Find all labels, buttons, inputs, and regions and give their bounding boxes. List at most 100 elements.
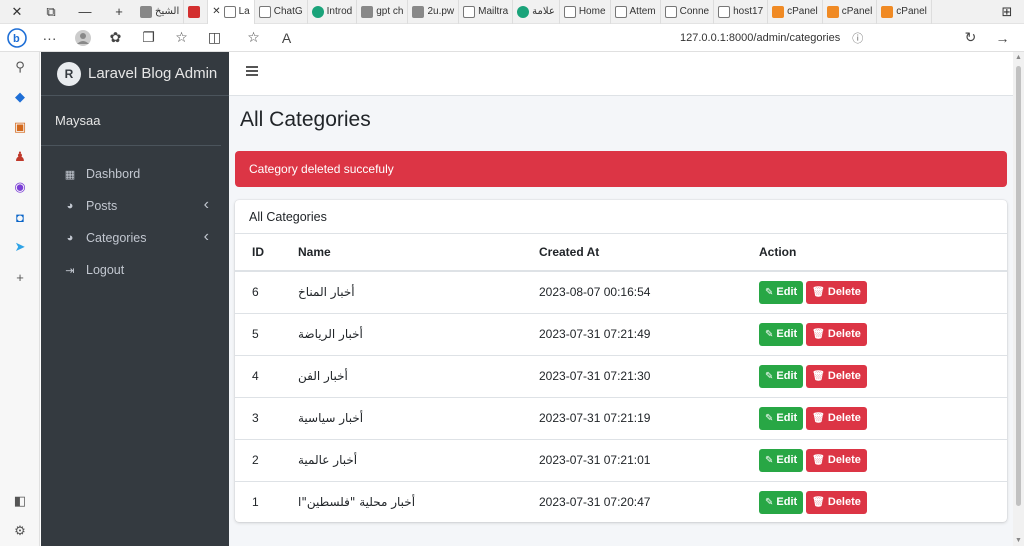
sidebar-item-dashbord[interactable]: ▦ Dashbord <box>49 158 221 190</box>
edit-icon: ✎ <box>765 370 774 382</box>
tab-favicon-icon <box>664 5 677 18</box>
tab-favicon-icon <box>517 5 530 18</box>
browser-tab[interactable]: Conne <box>661 0 715 24</box>
brand-link[interactable]: R Laravel Blog Admin <box>41 52 229 96</box>
alert-text: Category deleted succefuly <box>249 162 394 176</box>
edit-button[interactable]: ✎ Edit <box>759 322 804 346</box>
tab-actions-icon[interactable]: ⊞ <box>990 0 1024 24</box>
scroll-up-icon[interactable]: ▲ <box>1015 54 1022 61</box>
browser-tab[interactable]: Attem <box>611 0 661 24</box>
sidebar-item-logout[interactable]: ⇥ Logout <box>49 254 221 286</box>
settings-gear-icon[interactable]: ⚙ <box>0 516 40 546</box>
minimize-window-icon[interactable]: — <box>68 0 102 24</box>
send-icon[interactable]: ➤ <box>0 232 40 262</box>
new-tab-icon[interactable]: + <box>102 0 136 24</box>
delete-button[interactable]: 🗑 Delete <box>806 448 867 472</box>
browser-tab[interactable]: Mailtra <box>459 0 514 24</box>
cell-name: أخبار الرياضة <box>298 327 363 341</box>
more-icon[interactable]: ··· <box>33 24 66 52</box>
tab-favicon-icon <box>311 5 324 18</box>
collections-icon[interactable]: ❐ <box>132 24 165 52</box>
tools-icon[interactable]: ▣ <box>0 112 40 142</box>
favorites-icon[interactable]: ☆ <box>165 24 198 52</box>
menu-toggle-icon[interactable] <box>246 66 258 76</box>
outlook-icon[interactable]: ◘ <box>0 202 40 232</box>
delete-label: Delete <box>827 454 861 466</box>
sidebar-toggle-icon[interactable]: ◧ <box>0 486 40 516</box>
cell-created-at: 2023-07-31 07:21:49 <box>539 313 759 356</box>
edit-button[interactable]: ✎ Edit <box>759 490 804 514</box>
url-text[interactable]: 127.0.0.1:8000/admin/categories <box>680 32 840 44</box>
table-row: 4 أخبار الفن 2023-07-31 07:21:30 ✎ Edit 🗑 Dele… <box>235 355 1007 398</box>
tab-label: Introd <box>326 6 353 17</box>
read-aloud-icon[interactable]: A <box>270 24 303 52</box>
table-row: 1 أخبار محلية "فلسطين"ا 2023-07-31 07:20:4… <box>235 481 1007 523</box>
sidebar-item-label: Posts <box>86 199 118 213</box>
browser-tab[interactable]: cPanel <box>768 0 823 24</box>
restore-window-icon[interactable]: ⧉ <box>34 0 68 24</box>
cell-name: أخبار سياسية <box>298 411 364 425</box>
scroll-down-icon[interactable]: ▼ <box>1015 537 1022 544</box>
table-row: 3 أخبار سياسية 2023-07-31 07:21:19 ✎ Edit 🗑 De… <box>235 397 1007 440</box>
info-icon[interactable]: ⓘ <box>852 30 863 46</box>
games-icon[interactable]: ♟ <box>0 142 40 172</box>
cell-actions: ✎ Edit 🗑 Delete <box>759 481 1007 523</box>
tab-favicon-icon <box>772 5 785 18</box>
edit-label: Edit <box>776 286 798 299</box>
page-scrollbar[interactable]: ▲ ▼ <box>1013 52 1024 546</box>
bing-icon[interactable]: b <box>0 24 33 52</box>
sidebar-item-posts[interactable]: ◕ Posts ‹ <box>49 190 221 222</box>
sidebar-item-label: Logout <box>86 263 125 277</box>
palette-icon: ◕ <box>66 200 74 212</box>
delete-button[interactable]: 🗑 Delete <box>806 406 867 430</box>
browser-tab[interactable]: cPanel <box>823 0 878 24</box>
edit-button[interactable]: ✎ Edit <box>759 406 804 430</box>
delete-button[interactable]: 🗑 Delete <box>806 322 867 346</box>
browser-tab[interactable]: الشيخ <box>136 0 185 24</box>
tab-label: Home <box>578 6 606 17</box>
shopping-icon[interactable]: ◆ <box>0 82 40 112</box>
sidebar-item-categories[interactable]: ◕ Categories ‹ <box>49 222 221 254</box>
sidebar-nav: ▦ Dashbord ◕ Posts ‹ ◕ Categories ‹ ⇥ Logout <box>41 158 229 286</box>
browser-tab[interactable]: Home <box>560 0 611 24</box>
delete-button[interactable]: 🗑 Delete <box>806 490 867 514</box>
browser-tab[interactable]: ChatG <box>255 0 308 24</box>
table-row: 2 أخبار عالمية 2023-07-31 07:21:01 ✎ Edit 🗑 De… <box>235 439 1007 482</box>
profile-avatar-icon[interactable] <box>66 24 99 52</box>
extensions-icon[interactable]: ✿ <box>99 24 132 52</box>
cell-id: 3 <box>235 397 298 440</box>
browser-tab[interactable]: Introd <box>308 0 358 24</box>
delete-button[interactable]: 🗑 Delete <box>806 280 867 304</box>
edit-button[interactable]: ✎ Edit <box>759 448 804 472</box>
card-title: All Categories <box>235 200 1007 234</box>
close-window-icon[interactable]: ✕ <box>0 0 34 24</box>
forward-icon[interactable]: → <box>986 24 1019 52</box>
browser-tab[interactable]: علامة <box>513 0 560 24</box>
edge-sidebar: ⚲ ◆ ▣ ♟ ◉ ◘ ➤ + ◧ ⚙ <box>0 52 40 546</box>
add-favorite-icon[interactable]: ☆ <box>237 24 270 52</box>
delete-label: Delete <box>827 496 861 509</box>
tab-label: cPanel <box>787 6 818 17</box>
search-icon[interactable]: ⚲ <box>0 52 40 82</box>
column-header-created: Created At <box>539 234 759 272</box>
address-bar[interactable]: 127.0.0.1:8000/admin/categories ⓘ <box>680 24 863 52</box>
user-name[interactable]: Maysaa <box>41 96 221 146</box>
browser-tab[interactable]: ✕ La <box>208 0 255 24</box>
browser-tab[interactable]: cPanel <box>877 0 932 24</box>
scrollbar-thumb[interactable] <box>1016 66 1021 506</box>
browser-tab[interactable]: gpt ch <box>357 0 409 24</box>
split-screen-icon[interactable]: ◫ <box>198 24 231 52</box>
cell-created-at: 2023-07-31 07:21:01 <box>539 439 759 482</box>
refresh-icon[interactable]: ↻ <box>954 24 987 52</box>
edit-button[interactable]: ✎ Edit <box>759 364 804 388</box>
add-icon[interactable]: + <box>0 262 40 292</box>
edit-button[interactable]: ✎ Edit <box>759 280 804 304</box>
delete-button[interactable]: 🗑 Delete <box>806 364 867 388</box>
close-tab-icon[interactable]: ✕ <box>212 6 220 17</box>
edit-label: Edit <box>776 370 798 382</box>
browser-tab[interactable]: 2u.pw <box>408 0 460 24</box>
office-icon[interactable]: ◉ <box>0 172 40 202</box>
browser-tab[interactable] <box>184 0 209 24</box>
browser-tab[interactable]: host17 <box>714 0 769 24</box>
categories-card: All Categories ID Name Created At Action… <box>235 200 1007 522</box>
